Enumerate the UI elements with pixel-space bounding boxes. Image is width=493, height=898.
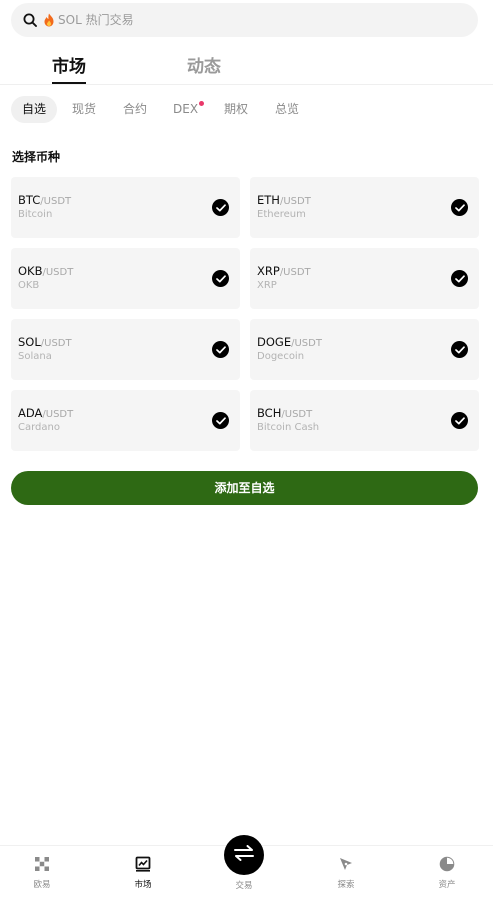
coin-card-sol[interactable]: SOL/USDT Solana bbox=[11, 319, 240, 380]
coin-quote: /USDT bbox=[281, 409, 313, 420]
check-circle-icon[interactable] bbox=[451, 270, 468, 287]
check-circle-icon[interactable] bbox=[212, 412, 229, 429]
tab-market[interactable]: 市场 bbox=[52, 52, 86, 77]
coin-name: Dogecoin bbox=[257, 351, 305, 362]
notification-dot bbox=[199, 101, 205, 106]
coin-pair: DOGE/USDT bbox=[257, 335, 322, 349]
search-input[interactable] bbox=[58, 13, 438, 27]
nav-label: 市场 bbox=[134, 880, 152, 890]
subtab-options[interactable]: 期权 bbox=[224, 96, 248, 123]
compass-icon bbox=[338, 856, 354, 872]
swap-arrows-icon bbox=[233, 845, 255, 865]
coin-base: ETH bbox=[257, 193, 280, 207]
coin-card-btc[interactable]: BTC/USDT Bitcoin bbox=[11, 177, 240, 238]
coin-pair: ETH/USDT bbox=[257, 193, 311, 207]
coin-pair: OKB/USDT bbox=[18, 264, 73, 278]
coin-name: Bitcoin bbox=[18, 209, 53, 220]
subtab-overview[interactable]: 总览 bbox=[275, 96, 299, 123]
coin-base: XRP bbox=[257, 264, 280, 278]
coin-pair: BCH/USDT bbox=[257, 406, 312, 420]
nav-trade-label: 交易 bbox=[235, 881, 253, 891]
nav-market[interactable]: 市场 bbox=[113, 846, 173, 898]
section-title: 选择币种 bbox=[12, 150, 61, 164]
coin-name: Cardano bbox=[18, 422, 60, 433]
coin-quote: /USDT bbox=[279, 196, 311, 207]
tab-feed[interactable]: 动态 bbox=[187, 52, 221, 77]
check-circle-icon[interactable] bbox=[451, 199, 468, 216]
coin-card-ada[interactable]: ADA/USDT Cardano bbox=[11, 390, 240, 451]
okx-logo-icon bbox=[34, 856, 50, 872]
coin-card-bch[interactable]: BCH/USDT Bitcoin Cash bbox=[250, 390, 479, 451]
chart-icon bbox=[135, 856, 151, 872]
nav-trade-button[interactable] bbox=[224, 835, 264, 875]
subtab-dex-label: DEX bbox=[173, 102, 199, 116]
coin-pair: SOL/USDT bbox=[18, 335, 72, 349]
nav-explore[interactable]: 探索 bbox=[316, 846, 376, 898]
subtab-futures[interactable]: 合约 bbox=[123, 96, 147, 123]
active-tab-indicator bbox=[52, 82, 86, 84]
coin-name: Solana bbox=[18, 351, 52, 362]
coin-name: XRP bbox=[257, 280, 277, 291]
coin-card-xrp[interactable]: XRP/USDT XRP bbox=[250, 248, 479, 309]
coin-quote: /USDT bbox=[42, 409, 74, 420]
coin-base: ADA bbox=[18, 406, 43, 420]
search-icon bbox=[23, 13, 37, 27]
check-circle-icon[interactable] bbox=[212, 270, 229, 287]
nav-label: 欧易 bbox=[33, 880, 51, 890]
check-circle-icon[interactable] bbox=[451, 341, 468, 358]
check-circle-icon[interactable] bbox=[212, 341, 229, 358]
coin-base: SOL bbox=[18, 335, 41, 349]
coin-pair: ADA/USDT bbox=[18, 406, 73, 420]
subtab-spot[interactable]: 现货 bbox=[72, 96, 96, 123]
check-circle-icon[interactable] bbox=[451, 412, 468, 429]
coin-base: DOGE bbox=[257, 335, 292, 349]
coin-quote: /USDT bbox=[40, 338, 72, 349]
check-circle-icon[interactable] bbox=[212, 199, 229, 216]
coin-pair: BTC/USDT bbox=[18, 193, 71, 207]
coin-card-eth[interactable]: ETH/USDT Ethereum bbox=[250, 177, 479, 238]
coin-base: BCH bbox=[257, 406, 282, 420]
coin-base: BTC bbox=[18, 193, 41, 207]
pie-chart-icon bbox=[439, 856, 455, 872]
subtab-favorites[interactable]: 自选 bbox=[11, 96, 58, 123]
coin-quote: /USDT bbox=[42, 267, 74, 278]
coin-card-doge[interactable]: DOGE/USDT Dogecoin bbox=[250, 319, 479, 380]
coin-name: Ethereum bbox=[257, 209, 306, 220]
add-to-favorites-button[interactable]: 添加至自选 bbox=[11, 471, 478, 505]
nav-okx[interactable]: 欧易 bbox=[12, 846, 72, 898]
nav-label: 资产 bbox=[438, 880, 456, 890]
coin-quote: /USDT bbox=[291, 338, 322, 349]
main-tabs: 市场 动态 bbox=[0, 42, 493, 85]
coin-quote: /USDT bbox=[40, 196, 72, 207]
coin-pair: XRP/USDT bbox=[257, 264, 311, 278]
coin-base: OKB bbox=[18, 264, 43, 278]
nav-assets[interactable]: 资产 bbox=[417, 846, 477, 898]
nav-label: 探索 bbox=[337, 880, 355, 890]
fire-icon bbox=[43, 13, 55, 27]
search-bar[interactable] bbox=[11, 3, 478, 37]
subtab-dex[interactable]: DEX bbox=[173, 96, 205, 123]
coin-name: OKB bbox=[18, 280, 40, 291]
coin-quote: /USDT bbox=[279, 267, 311, 278]
coin-name: Bitcoin Cash bbox=[257, 422, 320, 433]
coin-card-okb[interactable]: OKB/USDT OKB bbox=[11, 248, 240, 309]
